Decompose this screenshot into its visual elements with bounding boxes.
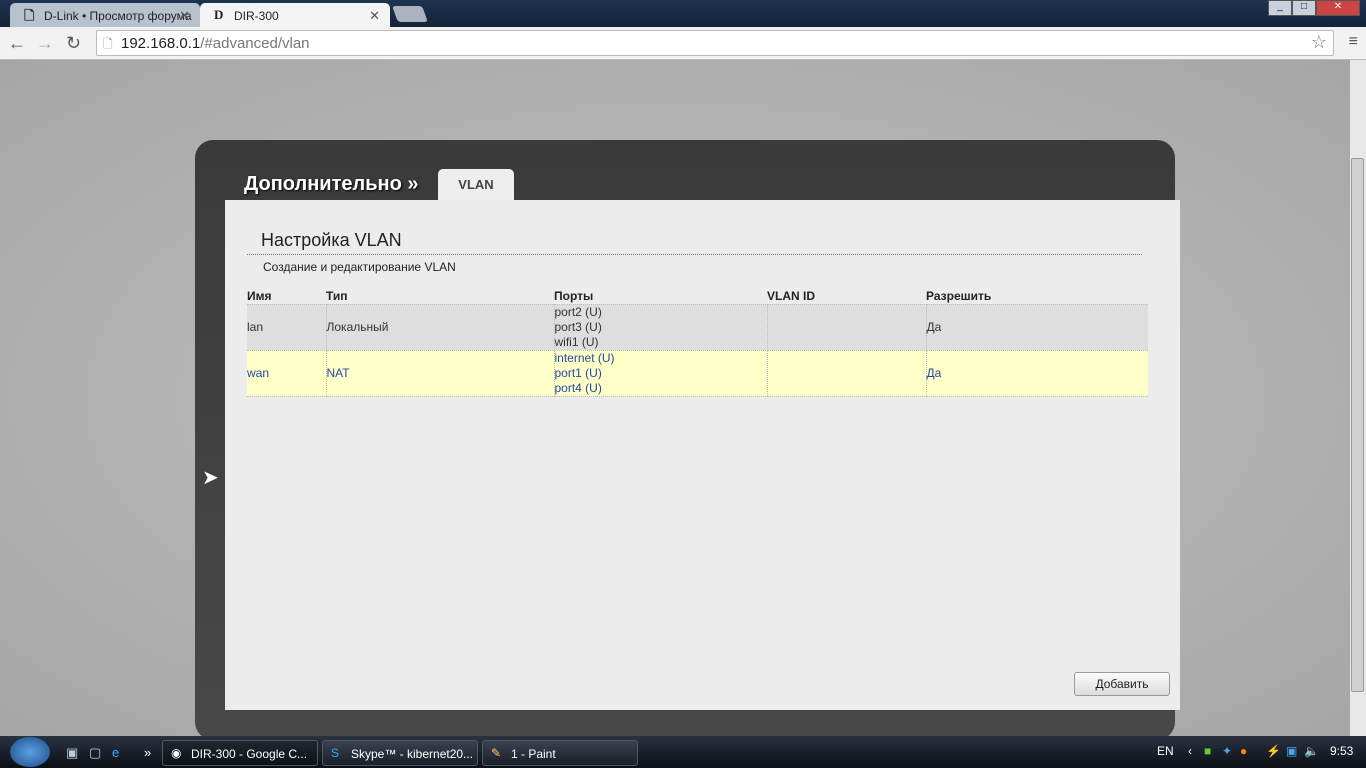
cell-name: lan — [247, 304, 326, 351]
address-bar[interactable]: 🗋 192.168.0.1/#advanced/vlan ☆ — [96, 30, 1334, 56]
new-tab-button[interactable] — [392, 6, 428, 22]
language-indicator[interactable]: EN — [1157, 744, 1174, 758]
network-icon[interactable]: ▣ — [1286, 744, 1297, 758]
chrome-icon: ◉ — [171, 746, 182, 760]
table-row[interactable]: lan Локальный port2 (U) port3 (U) wifi1 (U… — [247, 304, 1148, 351]
maximize-button[interactable]: □ — [1292, 0, 1316, 16]
show-desktop-icon[interactable]: ▣ — [66, 745, 78, 761]
cell-vlan-id — [766, 304, 926, 351]
header-vlan-id: VLAN ID — [767, 289, 926, 305]
page-icon: 🗋 — [24, 8, 35, 23]
menu-icon[interactable]: ≡ — [1349, 33, 1358, 51]
ie-icon[interactable]: e — [112, 745, 119, 760]
browser-tab-forum[interactable]: 🗋 D-Link • Просмотр форума ✕ — [10, 3, 200, 27]
tab-vlan[interactable]: VLAN — [438, 169, 514, 200]
browser-tab-dir300[interactable]: D DIR-300 ✕ — [200, 3, 390, 27]
cell-ports: port2 (U) port3 (U) wifi1 (U) — [553, 304, 767, 351]
scrollbar-thumb[interactable] — [1351, 158, 1364, 692]
tray-app-icon[interactable]: ■ — [1204, 744, 1211, 758]
close-tab-icon[interactable]: ✕ — [369, 8, 380, 24]
taskbar-item-chrome[interactable]: ◉ DIR-300 - Google C... — [162, 740, 318, 766]
header-type: Тип — [326, 289, 554, 305]
divider — [247, 254, 1142, 255]
tray-app-icon[interactable]: ● — [1240, 744, 1247, 758]
close-window-button[interactable]: ✕ — [1316, 0, 1360, 16]
back-arrow-icon[interactable]: ➤ — [202, 465, 219, 490]
cell-enabled: Да — [925, 350, 1148, 397]
page-icon: 🗋 — [103, 37, 113, 51]
breadcrumb[interactable]: Дополнительно » — [244, 173, 418, 196]
start-button[interactable] — [10, 737, 50, 767]
more-icon[interactable]: » — [144, 745, 151, 760]
add-button[interactable]: Добавить — [1074, 672, 1170, 696]
volume-icon[interactable]: 🔈 — [1304, 744, 1319, 758]
forward-icon[interactable]: → — [36, 33, 54, 54]
back-icon[interactable]: ← — [8, 33, 26, 54]
bookmark-star-icon[interactable]: ☆ — [1311, 32, 1327, 53]
table-row[interactable]: wan NAT internet (U) port1 (U) port4 (U) Д… — [247, 350, 1148, 397]
browser-toolbar: ← → ↻ 🗋 192.168.0.1/#advanced/vlan ☆ ≡ — [0, 27, 1366, 60]
cell-name: wan — [247, 350, 326, 397]
minimize-button[interactable]: _ — [1268, 0, 1292, 16]
clock[interactable]: 9:53 — [1330, 744, 1353, 758]
page-title: Настройка VLAN — [261, 230, 402, 250]
header-enabled: Разрешить — [926, 289, 1148, 305]
cell-type: Локальный — [325, 304, 554, 351]
cell-vlan-id — [766, 350, 926, 397]
cell-type: NAT — [325, 350, 554, 397]
cell-ports: internet (U) port1 (U) port4 (U) — [553, 350, 767, 397]
switch-windows-icon[interactable]: ▢ — [89, 745, 101, 761]
close-tab-icon[interactable]: ✕ — [179, 8, 190, 24]
header-name: Имя — [247, 289, 326, 305]
tray-expand-icon[interactable]: ‹ — [1188, 744, 1192, 758]
vlan-table: Имя Тип Порты VLAN ID Разрешить lan Лока… — [247, 289, 1148, 397]
dlink-icon: D — [214, 7, 224, 22]
paint-icon: ✎ — [491, 746, 502, 760]
cell-enabled: Да — [925, 304, 1148, 351]
dropbox-icon[interactable]: ✦ — [1222, 744, 1232, 758]
taskbar-item-paint[interactable]: ✎ 1 - Paint — [482, 740, 638, 766]
reload-icon[interactable]: ↻ — [66, 33, 81, 54]
page-subtitle: Создание и редактирование VLAN — [263, 260, 456, 274]
taskbar: ▣ ▢ e » ◉ DIR-300 - Google C... S Skype™ -… — [0, 736, 1366, 768]
power-icon[interactable]: ⚡ — [1266, 744, 1281, 758]
skype-icon: S — [331, 746, 340, 760]
taskbar-item-skype[interactable]: S Skype™ - kibernet20... — [322, 740, 478, 766]
header-ports: Порты — [554, 289, 767, 305]
tab-strip: 🗋 D-Link • Просмотр форума ✕ D DIR-300 ✕ _ □ ✕ — [0, 0, 1366, 27]
content-area — [225, 200, 1180, 710]
